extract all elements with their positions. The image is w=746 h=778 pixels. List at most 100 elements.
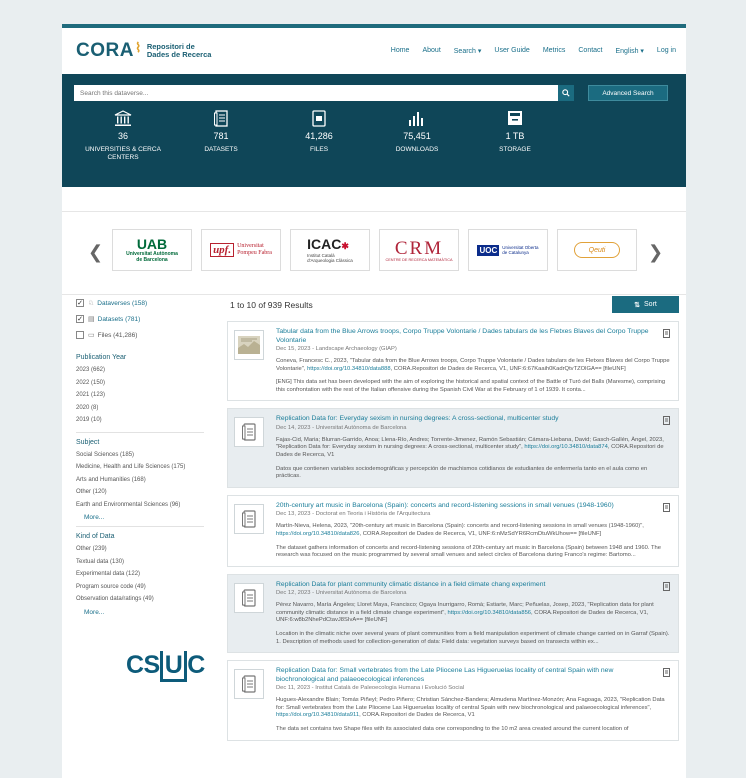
result-body: 20th-century art music in Barcelona (Spa… [276, 502, 670, 560]
facet-item[interactable]: Other (120) [76, 486, 248, 499]
facet-item[interactable]: Textual data (130) [76, 556, 248, 569]
facet-type-datasets[interactable]: ✓ ▤ Datasets (781) [76, 311, 248, 327]
logo-mark: CORA⌇ [76, 40, 142, 62]
advanced-search-button[interactable]: Advanced Search [588, 85, 668, 101]
carousel-next-icon[interactable]: ❯ [648, 242, 663, 263]
doi-link[interactable]: https://doi.org/10.34810/data888 [307, 366, 390, 372]
result-title-link[interactable]: Replication Data for plant community cli… [276, 581, 670, 590]
metric-label: DOWNLOADS [395, 146, 439, 153]
facet-item[interactable]: 2019 (10) [76, 414, 248, 427]
partner-qeuti-title: Qeuti [588, 246, 606, 254]
partner-logo-icac[interactable]: ICAC✱ Institut Català d'Arqueologia Clàs… [290, 229, 370, 271]
partner-logo-uoc[interactable]: UOC Universitat Oberta de Catalunya [468, 229, 548, 271]
partner-upf-name: Universitat Pompeu Fabra [237, 243, 272, 257]
search-button[interactable] [558, 85, 574, 101]
cora-logo[interactable]: CORA⌇ Repositori de Dades de Recerca [76, 40, 211, 62]
result-description: The data set contains two Shape files wi… [276, 725, 629, 732]
download-icon[interactable] [663, 581, 670, 591]
result-title-link[interactable]: 20th-century art music in Barcelona (Spa… [276, 502, 670, 511]
metric-datasets: 781 DATASETS [172, 109, 270, 162]
logo-line2: Dades de Recerca [146, 50, 212, 59]
nav-about[interactable]: About [422, 47, 440, 55]
result-meta: Dec 13, 2023 - Doctorat en Teoria i Hist… [276, 511, 431, 518]
nav-language-dropdown[interactable]: English ▾ [616, 47, 644, 55]
map-thumbnail-icon[interactable] [234, 330, 264, 360]
search-input[interactable] [74, 85, 558, 101]
result-citation: Fajas-Cid, Maria; Blurran-Garrido, Anoa;… [276, 437, 670, 460]
doi-link[interactable]: https://doi.org/10.34810/data911 [276, 712, 359, 718]
partner-uoc-mark: UOC [477, 244, 500, 256]
csuc-logo[interactable]: CS U C [126, 651, 205, 682]
facet-item[interactable]: 2021 (123) [76, 389, 248, 402]
facet-type-label: Files (41,286) [97, 331, 138, 339]
facet-item[interactable]: 2023 (662) [76, 364, 248, 377]
facet-item[interactable]: 2022 (150) [76, 377, 248, 390]
facet-type-dataverses[interactable]: ✓ ♘ Dataverses (158) [76, 295, 248, 311]
partner-upf-mark: upf. [210, 243, 235, 257]
facet-item[interactable]: Arts and Humanities (168) [76, 474, 248, 487]
partner-logo-uab[interactable]: UAB Universitat Autònoma de Barcelona [112, 229, 192, 271]
partner-uoc-name: Universitat Oberta de Catalunya [502, 245, 538, 256]
carousel-prev-icon[interactable]: ❮ [88, 242, 103, 263]
result-citation: Pérez Navarro, María Ángeles; Lloret May… [276, 602, 670, 625]
facet-type-files[interactable]: ▭ Files (41,286) [76, 327, 248, 343]
citation-text: Hugues-Alexandre Blain; Tomás Piñeyl; Pe… [276, 697, 665, 711]
results-panel: 1 to 10 of 939 Results ⇅ Sort Tabular da… [227, 295, 679, 741]
partner-logo-upf[interactable]: upf. Universitat Pompeu Fabra [201, 229, 281, 271]
download-icon[interactable] [663, 502, 670, 512]
nav-search-dropdown[interactable]: Search ▾ [454, 47, 482, 55]
partner-uoc-text: UOC Universitat Oberta de Catalunya [477, 244, 539, 256]
result-description: Location in the climatic niche over seve… [276, 631, 670, 645]
checkbox-datasets[interactable]: ✓ [76, 315, 84, 323]
result-title-link[interactable]: Replication Data for: Everyday sexism in… [276, 415, 670, 424]
result-card[interactable]: Replication Data for: Small vertebrates … [227, 660, 679, 741]
checkbox-files[interactable] [76, 331, 84, 339]
checkbox-dataverses[interactable]: ✓ [76, 299, 84, 307]
partner-logo-crm[interactable]: CRM CENTRE DE RECERCA MATEMÀTICA [379, 229, 459, 271]
nav-metrics[interactable]: Metrics [543, 47, 566, 55]
facet-item[interactable]: Other (239) [76, 543, 248, 556]
sort-button[interactable]: ⇅ Sort [612, 296, 679, 313]
download-icon[interactable] [663, 668, 670, 678]
datasets-icon [172, 109, 270, 127]
result-card[interactable]: Replication Data for plant community cli… [227, 573, 679, 654]
doi-link[interactable]: https://doi.org/10.34810/data826 [276, 531, 359, 537]
result-title-link[interactable]: Tabular data from the Blue Arrows troops… [276, 328, 670, 345]
sort-label: Sort [644, 301, 657, 308]
doi-link[interactable]: https://doi.org/10.34810/data874 [524, 444, 607, 450]
result-body: Replication Data for: Everyday sexism in… [276, 415, 670, 480]
facet-item[interactable]: Observation data/ratings (49) [76, 593, 248, 606]
dataset-thumbnail-icon[interactable] [234, 669, 264, 700]
facet-item[interactable]: Experimental data (122) [76, 568, 248, 581]
csuc-logo-part2: U [159, 651, 188, 682]
partner-icac-star-icon: ✱ [341, 241, 349, 251]
nav-user-guide[interactable]: User Guide [494, 47, 529, 55]
partner-upf-line1: Universitat [237, 243, 264, 249]
result-card[interactable]: 20th-century art music in Barcelona (Spa… [227, 494, 679, 567]
result-card[interactable]: Tabular data from the Blue Arrows troops… [227, 321, 679, 402]
doi-link[interactable]: https://doi.org/10.34810/data856 [448, 610, 531, 616]
dataset-thumbnail-icon[interactable] [234, 417, 264, 448]
facet-title-publication-year: Publication Year [76, 354, 127, 361]
kind-of-data-more-link[interactable]: More... [84, 609, 248, 616]
dataset-thumbnail-icon[interactable] [234, 582, 264, 613]
facet-item[interactable]: Earth and Environmental Sciences (96) [76, 499, 248, 512]
result-card[interactable]: Replication Data for: Everyday sexism in… [227, 408, 679, 488]
nav-login[interactable]: Log in [657, 47, 676, 55]
result-title-link[interactable]: Replication Data for: Small vertebrates … [276, 667, 670, 684]
download-icon[interactable] [663, 329, 670, 338]
nav-home[interactable]: Home [391, 47, 410, 55]
download-icon[interactable] [663, 416, 670, 426]
facet-item[interactable]: Medicine, Health and Life Sciences (175) [76, 461, 248, 474]
facet-item[interactable]: Social Sciences (185) [76, 449, 248, 462]
metric-value: 781 [213, 131, 229, 141]
partner-uoc-line2: de Catalunya [502, 250, 529, 255]
logo-wordmark: CORA [76, 40, 134, 61]
metric-value: 1 TB [505, 131, 525, 141]
nav-contact[interactable]: Contact [578, 47, 602, 55]
facet-item[interactable]: Program source code (49) [76, 581, 248, 594]
partner-logo-qeuti[interactable]: Qeuti [557, 229, 637, 271]
facet-item[interactable]: 2020 (8) [76, 402, 248, 415]
subject-more-link[interactable]: More... [84, 514, 248, 521]
dataset-thumbnail-icon[interactable] [234, 503, 264, 534]
